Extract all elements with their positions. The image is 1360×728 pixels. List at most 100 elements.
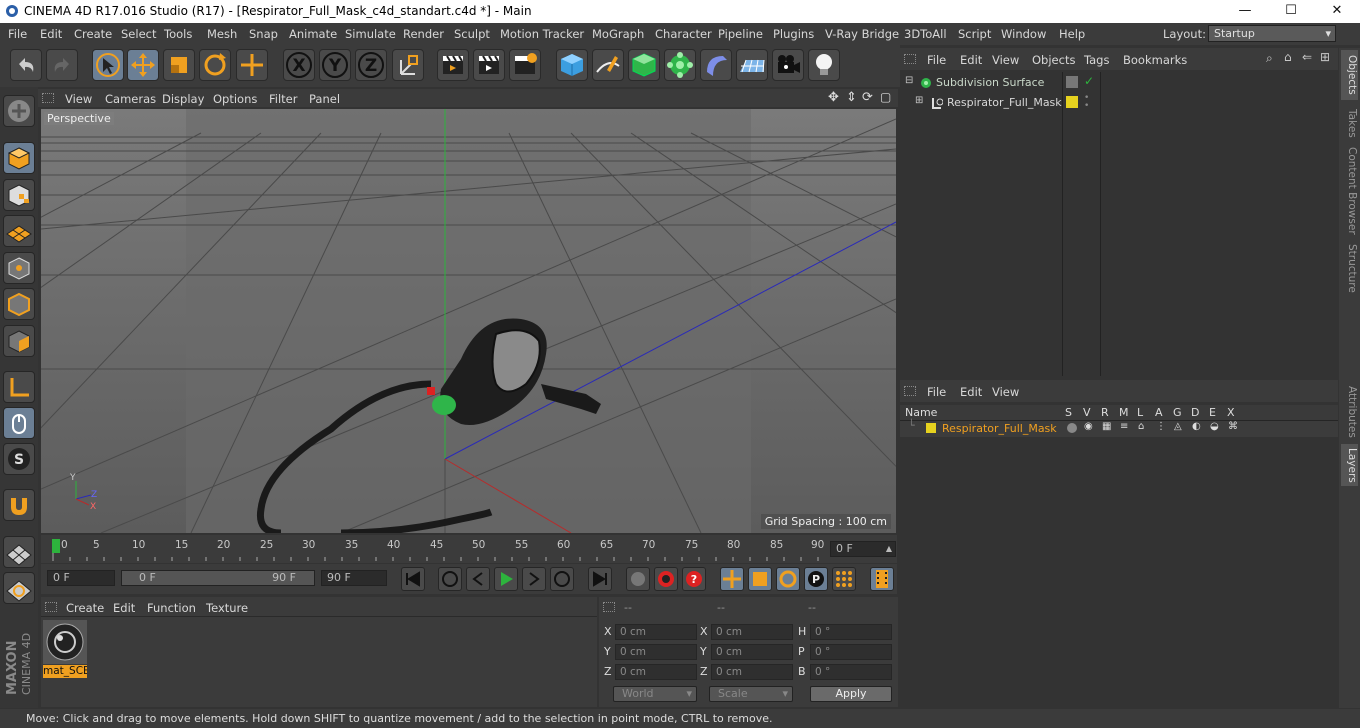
axis-mode-button[interactable] xyxy=(3,371,35,403)
object-menu-view[interactable]: View xyxy=(992,53,1019,67)
record-rotation-button[interactable] xyxy=(776,567,800,591)
camera-object-button[interactable] xyxy=(772,49,804,81)
menu-create[interactable]: Create xyxy=(74,27,112,41)
menu-sculpt[interactable]: Sculpt xyxy=(454,27,490,41)
object-menu-tags[interactable]: Tags xyxy=(1084,53,1109,67)
layer-color-chip[interactable] xyxy=(1066,96,1078,108)
menu-simulate[interactable]: Simulate xyxy=(345,27,396,41)
drag-handle-icon[interactable] xyxy=(603,602,615,612)
home-icon[interactable]: ⌂ xyxy=(1284,50,1292,64)
start-frame-field[interactable]: 0 F xyxy=(47,570,115,586)
render-view-button[interactable] xyxy=(437,49,469,81)
column-expressions[interactable]: E xyxy=(1209,406,1216,419)
menu-tools[interactable]: Tools xyxy=(164,27,192,41)
viewport-menu-view[interactable]: View xyxy=(65,92,92,106)
menu-mesh[interactable]: Mesh xyxy=(207,27,237,41)
goto-start-button[interactable] xyxy=(401,567,425,591)
tab-takes[interactable]: Takes xyxy=(1341,104,1358,142)
render-settings-button[interactable] xyxy=(509,49,541,81)
autokeying-button[interactable]: ? xyxy=(682,567,706,591)
layer-solo-toggle[interactable] xyxy=(1067,423,1077,433)
object-menu-bookmarks[interactable]: Bookmarks xyxy=(1123,53,1187,67)
menu-file[interactable]: File xyxy=(8,27,27,41)
expand-toggle-icon[interactable]: ⊞ xyxy=(915,95,923,106)
column-solo[interactable]: S xyxy=(1065,406,1072,419)
menu-snap[interactable]: Snap xyxy=(249,27,278,41)
edges-mode-button[interactable] xyxy=(3,288,35,320)
tweak-mode-button[interactable] xyxy=(3,407,35,439)
drag-handle-icon[interactable] xyxy=(42,93,54,103)
manager-list-icon[interactable]: ≡ xyxy=(1120,421,1128,432)
position-y-field[interactable]: 0 cm xyxy=(615,644,697,660)
menu-character[interactable]: Character xyxy=(655,27,712,41)
next-keyframe-button[interactable] xyxy=(550,567,574,591)
material-menu-edit[interactable]: Edit xyxy=(113,601,135,615)
position-x-field[interactable]: 0 cm xyxy=(615,624,697,640)
layer-color-swatch[interactable] xyxy=(926,423,936,433)
next-frame-button[interactable] xyxy=(522,567,546,591)
size-y-field[interactable]: 0 cm xyxy=(711,644,793,660)
z-axis-lock-button[interactable]: Z xyxy=(355,49,387,81)
timeline-ruler[interactable]: 0 5 10 15 20 25 30 35 40 45 50 55 60 65 … xyxy=(41,535,897,563)
viewport-menu-panel[interactable]: Panel xyxy=(309,92,340,106)
perspective-viewport[interactable]: Y Z X Perspective Grid Spacing : 100 cm xyxy=(41,109,896,533)
tab-content-browser[interactable]: Content Browser xyxy=(1341,146,1358,236)
menu-vray-bridge[interactable]: V-Ray Bridge xyxy=(825,27,899,41)
render-to-picture-viewer-button[interactable] xyxy=(473,49,505,81)
viewport-move-icon[interactable]: ✥ xyxy=(828,90,839,105)
menu-animate[interactable]: Animate xyxy=(289,27,337,41)
timeline-window-button[interactable] xyxy=(870,567,894,591)
previous-keyframe-button[interactable] xyxy=(438,567,462,591)
eye-icon[interactable]: ◉ xyxy=(1084,421,1093,432)
object-row[interactable]: ⊟ Subdivision Surface ✓ xyxy=(900,74,1338,92)
record-off-button[interactable] xyxy=(626,567,650,591)
column-manager[interactable]: M xyxy=(1119,406,1129,419)
new-window-icon[interactable]: ⊞ xyxy=(1320,50,1330,64)
redo-button[interactable] xyxy=(46,49,78,81)
end-frame-field[interactable]: 90 F xyxy=(321,570,387,586)
snap-button[interactable]: S xyxy=(3,443,35,475)
object-menu-file[interactable]: File xyxy=(927,53,946,67)
size-z-field[interactable]: 0 cm xyxy=(711,664,793,680)
viewport-maximize-icon[interactable]: ▢ xyxy=(880,90,891,104)
position-z-field[interactable]: 0 cm xyxy=(615,664,697,680)
make-editable-button[interactable] xyxy=(3,95,35,127)
frame-range-slider[interactable]: 0 F 90 F xyxy=(121,570,315,586)
points-mode-button[interactable] xyxy=(3,252,35,284)
enable-quantizing-button[interactable] xyxy=(3,536,35,568)
record-point-level-button[interactable] xyxy=(832,567,856,591)
viewport-rotate-icon[interactable]: ⟳ xyxy=(862,90,873,105)
material-menu-texture[interactable]: Texture xyxy=(206,601,248,615)
menu-plugins[interactable]: Plugins xyxy=(773,27,814,41)
object-row[interactable]: ⊞ Respirator_Full_Mask • • xyxy=(900,94,1338,112)
column-deformers[interactable]: D xyxy=(1191,406,1199,419)
material-menu-function[interactable]: Function xyxy=(147,601,196,615)
workplane-mode-button[interactable] xyxy=(3,215,35,247)
menu-edit[interactable]: Edit xyxy=(40,27,62,41)
cloner-button[interactable] xyxy=(664,49,696,81)
menu-help[interactable]: Help xyxy=(1059,27,1085,41)
back-icon[interactable]: ⇐ xyxy=(1302,50,1312,64)
polygons-mode-button[interactable] xyxy=(3,325,35,357)
coordinate-mode-select[interactable]: World ▾ xyxy=(613,686,697,702)
play-button[interactable] xyxy=(494,567,518,591)
layer-menu-edit[interactable]: Edit xyxy=(960,385,982,399)
undo-button[interactable] xyxy=(10,49,42,81)
material-menu-create[interactable]: Create xyxy=(66,601,104,615)
generator-icon[interactable]: ◬ xyxy=(1174,421,1182,432)
record-active-objects-button[interactable] xyxy=(654,567,678,591)
y-axis-lock-button[interactable]: Y xyxy=(319,49,351,81)
rotation-b-field[interactable]: 0 ° xyxy=(810,664,892,680)
layer-row[interactable]: └ Respirator_Full_Mask ◉ ▦ ≡ ⌂ ⋮ ◬ ◐ ◒ ⌘ xyxy=(900,419,1338,437)
search-icon[interactable]: ⌕ xyxy=(1266,51,1273,66)
viewport-menu-filter[interactable]: Filter xyxy=(269,92,297,106)
deformer-button[interactable] xyxy=(700,49,732,81)
apply-button[interactable]: Apply xyxy=(810,686,892,702)
floor-object-button[interactable] xyxy=(736,49,768,81)
deformer-icon[interactable]: ◐ xyxy=(1192,421,1201,432)
column-generators[interactable]: G xyxy=(1173,406,1182,419)
size-mode-select[interactable]: Scale ▾ xyxy=(709,686,793,702)
menu-mograph[interactable]: MoGraph xyxy=(592,27,644,41)
column-render[interactable]: R xyxy=(1101,406,1109,419)
record-parameter-button[interactable]: P xyxy=(804,567,828,591)
